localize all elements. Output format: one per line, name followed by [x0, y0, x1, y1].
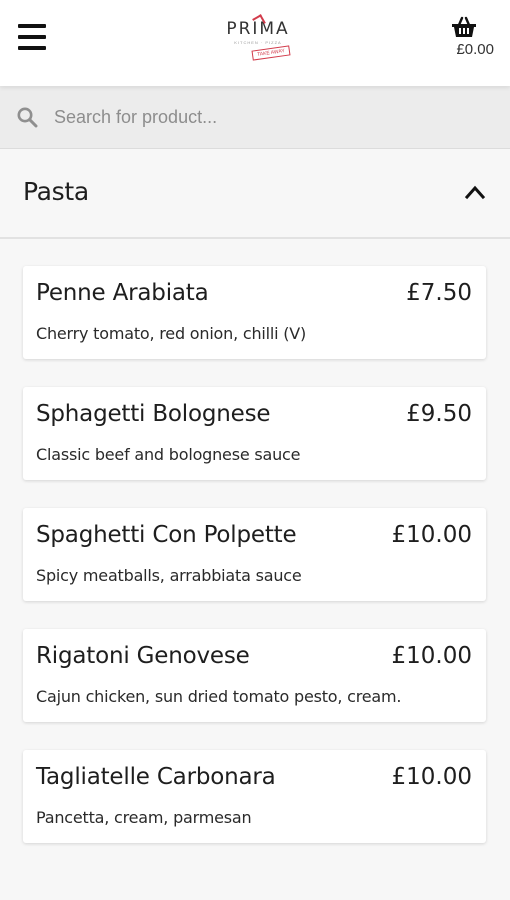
- product-price: £10.00: [391, 643, 472, 669]
- product-card[interactable]: Spaghetti Con Polpette £10.00 Spicy meat…: [23, 508, 486, 601]
- logo-stamp: TAKE AWAY: [251, 45, 291, 61]
- product-card[interactable]: Tagliatelle Carbonara £10.00 Pancetta, c…: [23, 750, 486, 843]
- category-header-pasta[interactable]: Pasta: [0, 149, 510, 239]
- product-list: Penne Arabiata £7.50 Cherry tomato, red …: [23, 266, 486, 871]
- product-description: Classic beef and bolognese sauce: [36, 445, 301, 464]
- product-description: Cherry tomato, red onion, chilli (V): [36, 324, 307, 343]
- product-card[interactable]: Rigatoni Genovese £10.00 Cajun chicken, …: [23, 629, 486, 722]
- product-name: Rigatoni Genovese: [36, 643, 250, 669]
- product-price: £10.00: [391, 764, 472, 790]
- search-icon: [17, 107, 38, 128]
- basket-icon: [452, 16, 476, 37]
- product-description: Spicy meatballs, arrabbiata sauce: [36, 566, 302, 585]
- hamburger-menu-icon[interactable]: [18, 24, 50, 56]
- category-title: Pasta: [23, 177, 89, 206]
- top-bar: PRIMA KITCHEN · PIZZA TAKE AWAY £0.00: [0, 0, 510, 86]
- product-price: £9.50: [406, 401, 472, 427]
- product-price: £7.50: [406, 280, 472, 306]
- product-description: Cajun chicken, sun dried tomato pesto, c…: [36, 687, 402, 706]
- cart-total: £0.00: [456, 41, 494, 58]
- product-price: £10.00: [391, 522, 472, 548]
- product-description: Pancetta, cream, parmesan: [36, 808, 252, 827]
- brand-logo[interactable]: PRIMA KITCHEN · PIZZA TAKE AWAY: [218, 14, 298, 64]
- search-input[interactable]: [54, 100, 484, 134]
- product-name: Spaghetti Con Polpette: [36, 522, 297, 548]
- chevron-up-icon[interactable]: [464, 183, 486, 201]
- product-card[interactable]: Penne Arabiata £7.50 Cherry tomato, red …: [23, 266, 486, 359]
- product-name: Tagliatelle Carbonara: [36, 764, 276, 790]
- product-name: Sphagetti Bolognese: [36, 401, 271, 427]
- product-name: Penne Arabiata: [36, 280, 209, 306]
- product-card[interactable]: Sphagetti Bolognese £9.50 Classic beef a…: [23, 387, 486, 480]
- cart-button[interactable]: £0.00: [434, 16, 494, 58]
- search-bar: [0, 86, 510, 149]
